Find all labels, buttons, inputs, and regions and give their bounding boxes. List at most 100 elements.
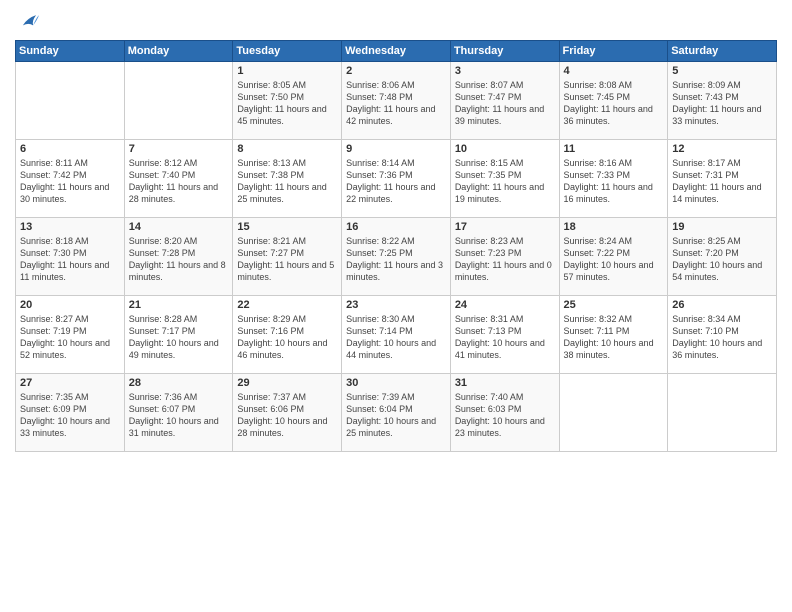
day-info: Sunrise: 8:20 AMSunset: 7:28 PMDaylight:… bbox=[129, 235, 229, 284]
day-number: 9 bbox=[346, 143, 446, 155]
week-row-3: 13 Sunrise: 8:18 AMSunset: 7:30 PMDayligh… bbox=[16, 218, 777, 296]
day-number: 31 bbox=[455, 377, 555, 389]
calendar-cell: 14 Sunrise: 8:20 AMSunset: 7:28 PMDayligh… bbox=[124, 218, 233, 296]
day-info: Sunrise: 8:09 AMSunset: 7:43 PMDaylight:… bbox=[672, 79, 772, 128]
day-number: 10 bbox=[455, 143, 555, 155]
calendar-cell: 12 Sunrise: 8:17 AMSunset: 7:31 PMDayligh… bbox=[668, 140, 777, 218]
calendar-cell: 17 Sunrise: 8:23 AMSunset: 7:23 PMDayligh… bbox=[450, 218, 559, 296]
day-number: 22 bbox=[237, 299, 337, 311]
calendar-cell: 22 Sunrise: 8:29 AMSunset: 7:16 PMDayligh… bbox=[233, 296, 342, 374]
calendar-cell: 21 Sunrise: 8:28 AMSunset: 7:17 PMDayligh… bbox=[124, 296, 233, 374]
logo bbox=[15, 10, 39, 32]
day-number: 2 bbox=[346, 65, 446, 77]
day-info: Sunrise: 8:28 AMSunset: 7:17 PMDaylight:… bbox=[129, 313, 229, 362]
day-info: Sunrise: 8:27 AMSunset: 7:19 PMDaylight:… bbox=[20, 313, 120, 362]
calendar-cell: 18 Sunrise: 8:24 AMSunset: 7:22 PMDayligh… bbox=[559, 218, 668, 296]
calendar-cell: 25Sunrise: 8:32 AMSunset: 7:11 PMDayligh… bbox=[559, 296, 668, 374]
calendar-cell: 30Sunrise: 7:39 AMSunset: 6:04 PMDayligh… bbox=[342, 374, 451, 452]
day-info: Sunrise: 8:11 AMSunset: 7:42 PMDaylight:… bbox=[20, 157, 120, 206]
calendar-cell: 24Sunrise: 8:31 AMSunset: 7:13 PMDayligh… bbox=[450, 296, 559, 374]
day-number: 14 bbox=[129, 221, 229, 233]
day-number: 17 bbox=[455, 221, 555, 233]
calendar-cell: 7Sunrise: 8:12 AMSunset: 7:40 PMDaylight… bbox=[124, 140, 233, 218]
calendar-cell: 28 Sunrise: 7:36 AMSunset: 6:07 PMDayligh… bbox=[124, 374, 233, 452]
day-info: Sunrise: 8:24 AMSunset: 7:22 PMDaylight:… bbox=[564, 235, 664, 284]
day-number: 23 bbox=[346, 299, 446, 311]
day-info: Sunrise: 8:07 AMSunset: 7:47 PMDaylight:… bbox=[455, 79, 555, 128]
calendar-cell: 19 Sunrise: 8:25 AMSunset: 7:20 PMDayligh… bbox=[668, 218, 777, 296]
day-info: Sunrise: 8:34 AMSunset: 7:10 PMDaylight:… bbox=[672, 313, 772, 362]
calendar-cell: 1 Sunrise: 8:05 AMSunset: 7:50 PMDaylight… bbox=[233, 62, 342, 140]
day-number: 4 bbox=[564, 65, 664, 77]
weekday-header-saturday: Saturday bbox=[668, 41, 777, 62]
calendar-cell: 2 Sunrise: 8:06 AMSunset: 7:48 PMDaylight… bbox=[342, 62, 451, 140]
week-row-4: 20 Sunrise: 8:27 AMSunset: 7:19 PMDayligh… bbox=[16, 296, 777, 374]
day-number: 3 bbox=[455, 65, 555, 77]
calendar-cell: 29 Sunrise: 7:37 AMSunset: 6:06 PMDayligh… bbox=[233, 374, 342, 452]
calendar-cell: 4Sunrise: 8:08 AMSunset: 7:45 PMDaylight… bbox=[559, 62, 668, 140]
day-info: Sunrise: 8:05 AMSunset: 7:50 PMDaylight:… bbox=[237, 79, 337, 128]
calendar-cell bbox=[16, 62, 125, 140]
day-number: 12 bbox=[672, 143, 772, 155]
day-info: Sunrise: 8:31 AMSunset: 7:13 PMDaylight:… bbox=[455, 313, 555, 362]
day-number: 26 bbox=[672, 299, 772, 311]
day-number: 8 bbox=[237, 143, 337, 155]
calendar-cell: 23 Sunrise: 8:30 AMSunset: 7:14 PMDayligh… bbox=[342, 296, 451, 374]
calendar-cell bbox=[559, 374, 668, 452]
calendar-cell: 13 Sunrise: 8:18 AMSunset: 7:30 PMDayligh… bbox=[16, 218, 125, 296]
day-number: 20 bbox=[20, 299, 120, 311]
day-info: Sunrise: 8:12 AMSunset: 7:40 PMDaylight:… bbox=[129, 157, 229, 206]
day-number: 30 bbox=[346, 377, 446, 389]
calendar-cell: 8 Sunrise: 8:13 AMSunset: 7:38 PMDaylight… bbox=[233, 140, 342, 218]
calendar-cell: 3 Sunrise: 8:07 AMSunset: 7:47 PMDaylight… bbox=[450, 62, 559, 140]
weekday-header-row: SundayMondayTuesdayWednesdayThursdayFrid… bbox=[16, 41, 777, 62]
day-info: Sunrise: 8:22 AMSunset: 7:25 PMDaylight:… bbox=[346, 235, 446, 284]
week-row-5: 27 Sunrise: 7:35 AMSunset: 6:09 PMDayligh… bbox=[16, 374, 777, 452]
day-number: 15 bbox=[237, 221, 337, 233]
calendar-cell: 20 Sunrise: 8:27 AMSunset: 7:19 PMDayligh… bbox=[16, 296, 125, 374]
day-info: Sunrise: 8:06 AMSunset: 7:48 PMDaylight:… bbox=[346, 79, 446, 128]
day-number: 28 bbox=[129, 377, 229, 389]
day-info: Sunrise: 8:17 AMSunset: 7:31 PMDaylight:… bbox=[672, 157, 772, 206]
weekday-header-monday: Monday bbox=[124, 41, 233, 62]
day-number: 25 bbox=[564, 299, 664, 311]
day-info: Sunrise: 7:36 AMSunset: 6:07 PMDaylight:… bbox=[129, 391, 229, 440]
day-number: 29 bbox=[237, 377, 337, 389]
day-number: 21 bbox=[129, 299, 229, 311]
day-number: 19 bbox=[672, 221, 772, 233]
weekday-header-sunday: Sunday bbox=[16, 41, 125, 62]
day-number: 27 bbox=[20, 377, 120, 389]
day-info: Sunrise: 8:13 AMSunset: 7:38 PMDaylight:… bbox=[237, 157, 337, 206]
calendar-cell bbox=[124, 62, 233, 140]
day-number: 18 bbox=[564, 221, 664, 233]
weekday-header-tuesday: Tuesday bbox=[233, 41, 342, 62]
day-number: 16 bbox=[346, 221, 446, 233]
calendar-cell: 15 Sunrise: 8:21 AMSunset: 7:27 PMDayligh… bbox=[233, 218, 342, 296]
calendar: SundayMondayTuesdayWednesdayThursdayFrid… bbox=[15, 40, 777, 452]
day-number: 6 bbox=[20, 143, 120, 155]
calendar-cell: 10 Sunrise: 8:15 AMSunset: 7:35 PMDayligh… bbox=[450, 140, 559, 218]
day-number: 1 bbox=[237, 65, 337, 77]
day-info: Sunrise: 8:18 AMSunset: 7:30 PMDaylight:… bbox=[20, 235, 120, 284]
page: SundayMondayTuesdayWednesdayThursdayFrid… bbox=[0, 0, 792, 612]
day-info: Sunrise: 8:15 AMSunset: 7:35 PMDaylight:… bbox=[455, 157, 555, 206]
weekday-header-wednesday: Wednesday bbox=[342, 41, 451, 62]
week-row-2: 6 Sunrise: 8:11 AMSunset: 7:42 PMDaylight… bbox=[16, 140, 777, 218]
calendar-cell bbox=[668, 374, 777, 452]
day-info: Sunrise: 8:14 AMSunset: 7:36 PMDaylight:… bbox=[346, 157, 446, 206]
day-info: Sunrise: 8:30 AMSunset: 7:14 PMDaylight:… bbox=[346, 313, 446, 362]
day-number: 5 bbox=[672, 65, 772, 77]
calendar-cell: 27 Sunrise: 7:35 AMSunset: 6:09 PMDayligh… bbox=[16, 374, 125, 452]
day-info: Sunrise: 7:37 AMSunset: 6:06 PMDaylight:… bbox=[237, 391, 337, 440]
calendar-cell: 5 Sunrise: 8:09 AMSunset: 7:43 PMDaylight… bbox=[668, 62, 777, 140]
day-info: Sunrise: 8:29 AMSunset: 7:16 PMDaylight:… bbox=[237, 313, 337, 362]
day-info: Sunrise: 8:21 AMSunset: 7:27 PMDaylight:… bbox=[237, 235, 337, 284]
day-info: Sunrise: 8:25 AMSunset: 7:20 PMDaylight:… bbox=[672, 235, 772, 284]
calendar-cell: 16 Sunrise: 8:22 AMSunset: 7:25 PMDayligh… bbox=[342, 218, 451, 296]
calendar-cell: 11Sunrise: 8:16 AMSunset: 7:33 PMDayligh… bbox=[559, 140, 668, 218]
day-info: Sunrise: 8:23 AMSunset: 7:23 PMDaylight:… bbox=[455, 235, 555, 284]
day-info: Sunrise: 7:35 AMSunset: 6:09 PMDaylight:… bbox=[20, 391, 120, 440]
calendar-cell: 31Sunrise: 7:40 AMSunset: 6:03 PMDayligh… bbox=[450, 374, 559, 452]
day-number: 13 bbox=[20, 221, 120, 233]
calendar-cell: 6 Sunrise: 8:11 AMSunset: 7:42 PMDaylight… bbox=[16, 140, 125, 218]
